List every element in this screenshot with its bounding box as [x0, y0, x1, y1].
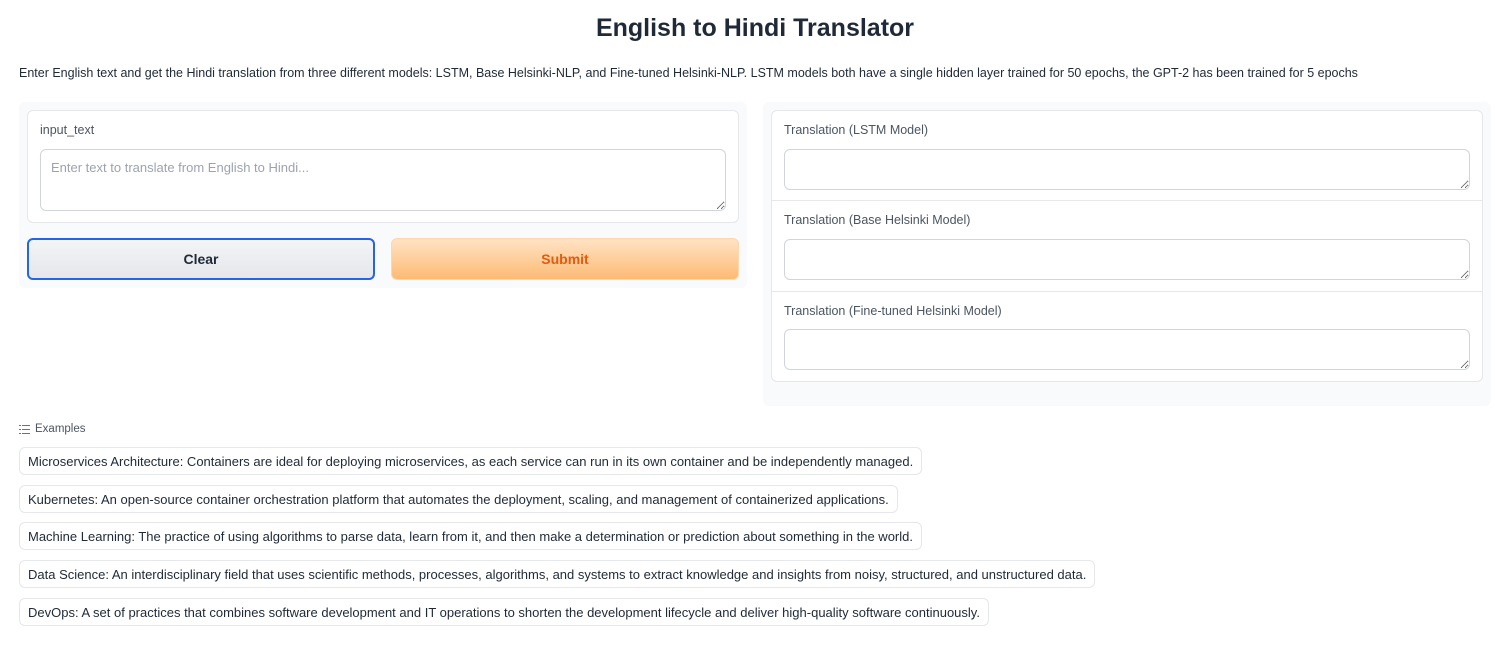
page-title: English to Hindi Translator [595, 14, 915, 42]
list-icon [19, 424, 31, 434]
example-data-science[interactable]: Data Science: An interdisciplinary field… [19, 560, 1096, 588]
output-finetuned-helsinki-field[interactable] [784, 329, 1470, 370]
example-devops[interactable]: DevOps: A set of practices that combines… [19, 598, 989, 626]
output-panel: Translation (LSTM Model) Translation (Ba… [763, 102, 1491, 406]
input-text-label: input_text [40, 123, 95, 137]
output-finetuned-helsinki: Translation (Fine-tuned Helsinki Model) [772, 292, 1482, 382]
page-description: Enter English text and get the Hindi tra… [19, 66, 1358, 80]
output-block: Translation (LSTM Model) Translation (Ba… [771, 110, 1483, 382]
example-microservices[interactable]: Microservices Architecture: Containers a… [19, 447, 923, 475]
input-panel: input_text Clear Submit [19, 102, 747, 288]
output-base-helsinki-field[interactable] [784, 239, 1470, 280]
input-block: input_text [27, 110, 739, 223]
output-base-helsinki-label: Translation (Base Helsinki Model) [784, 213, 971, 227]
example-kubernetes[interactable]: Kubernetes: An open-source container orc… [19, 485, 898, 513]
examples-header: Examples [19, 423, 86, 435]
output-base-helsinki: Translation (Base Helsinki Model) [772, 201, 1482, 292]
output-lstm: Translation (LSTM Model) [772, 111, 1482, 201]
input-text-field[interactable] [40, 149, 726, 211]
example-machine-learning[interactable]: Machine Learning: The practice of using … [19, 522, 922, 550]
output-finetuned-helsinki-label: Translation (Fine-tuned Helsinki Model) [784, 304, 1002, 318]
submit-button[interactable]: Submit [391, 238, 739, 280]
clear-button[interactable]: Clear [27, 238, 375, 280]
examples-label: Examples [35, 423, 86, 435]
output-lstm-field[interactable] [784, 149, 1470, 190]
output-lstm-label: Translation (LSTM Model) [784, 123, 929, 137]
